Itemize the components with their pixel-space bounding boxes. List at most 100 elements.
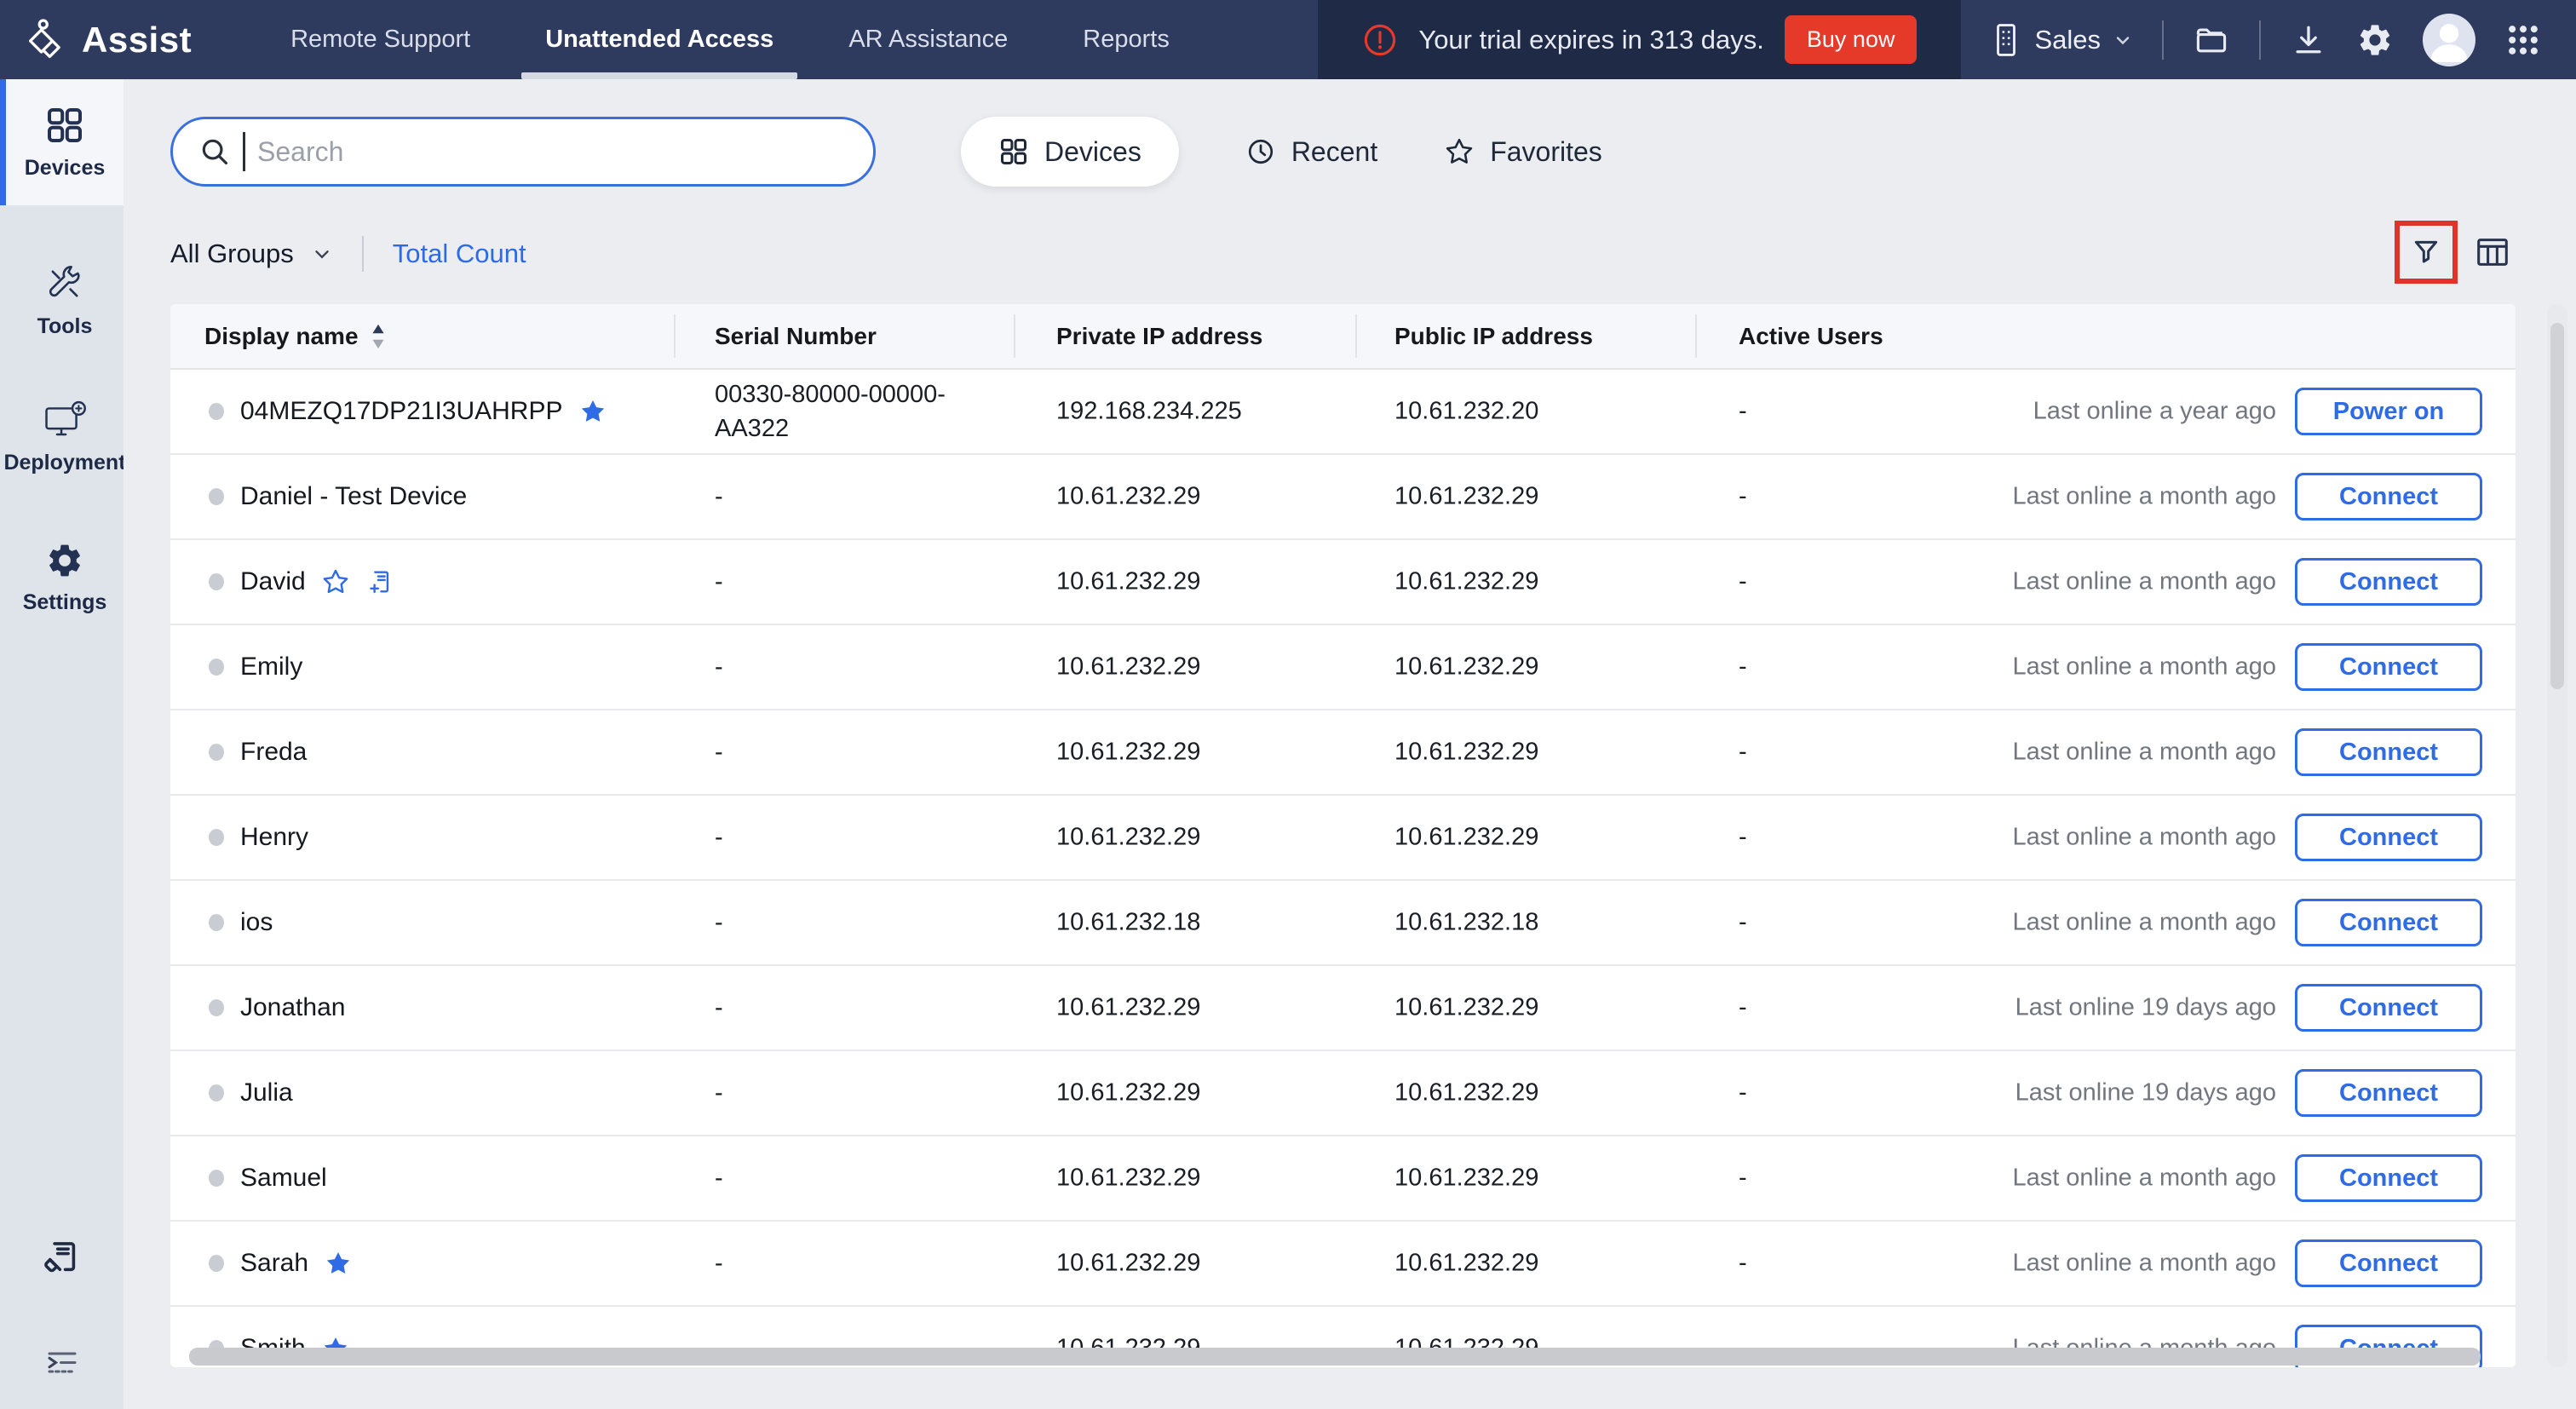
serial-number: - xyxy=(715,820,723,854)
view-tab-favorites[interactable]: Favorites xyxy=(1444,136,1602,168)
power-on-button[interactable]: Power on xyxy=(2295,388,2482,435)
sort-icon[interactable] xyxy=(371,323,386,350)
alert-icon xyxy=(1362,22,1398,58)
connect-button[interactable]: Connect xyxy=(2295,814,2482,861)
table-row[interactable]: Daniel - Test Device - 10.61.232.29 10.6… xyxy=(170,455,2516,540)
table-row[interactable]: Julia - 10.61.232.29 10.61.232.29 - Last… xyxy=(170,1051,2516,1136)
groups-row: All Groups Total Count xyxy=(170,230,526,278)
group-filter-label: All Groups xyxy=(170,239,294,269)
tab-reports[interactable]: Reports xyxy=(1045,0,1207,79)
device-name: Emily xyxy=(240,653,302,681)
last-online-text: Last online a month ago xyxy=(2012,568,2276,596)
table-row[interactable]: Emily - 10.61.232.29 10.61.232.29 - Last… xyxy=(170,625,2516,710)
add-note-icon[interactable] xyxy=(365,567,394,596)
serial-number: - xyxy=(715,480,723,514)
table-row[interactable]: David - 10.61.232.29 10.61.232.29 - Last… xyxy=(170,540,2516,625)
active-users: - xyxy=(1739,1079,1747,1107)
active-users: - xyxy=(1739,398,1747,426)
tab-unattended-access[interactable]: Unattended Access xyxy=(508,0,811,79)
search-input[interactable] xyxy=(257,136,848,168)
device-name: Freda xyxy=(240,738,307,767)
user-avatar[interactable] xyxy=(2423,14,2475,66)
serial-number: - xyxy=(715,735,723,769)
column-header-active-users[interactable]: Active Users xyxy=(1739,323,1883,350)
device-status-dot xyxy=(209,403,224,420)
serial-number: - xyxy=(715,565,723,599)
vertical-scrollbar[interactable] xyxy=(2550,323,2564,689)
connect-button[interactable]: Connect xyxy=(2295,558,2482,606)
sidebar-item-tools[interactable]: Tools xyxy=(0,237,124,365)
group-filter-dropdown[interactable]: All Groups xyxy=(170,239,333,269)
tab-ar-assistance[interactable]: AR Assistance xyxy=(811,0,1045,79)
columns-button[interactable] xyxy=(2471,231,2514,273)
total-count-link[interactable]: Total Count xyxy=(393,239,526,269)
table-row[interactable]: Samuel - 10.61.232.29 10.61.232.29 - Las… xyxy=(170,1136,2516,1222)
connect-button[interactable]: Connect xyxy=(2295,899,2482,946)
app-logo[interactable]: Assist xyxy=(24,18,192,62)
filter-button[interactable] xyxy=(2395,221,2458,284)
search-box[interactable] xyxy=(170,117,876,187)
connect-button[interactable]: Connect xyxy=(2295,643,2482,691)
last-online-text: Last online a month ago xyxy=(2012,653,2276,681)
feedback-note-button[interactable] xyxy=(0,1236,124,1279)
device-status-dot xyxy=(209,829,224,846)
connect-button[interactable]: Connect xyxy=(2295,728,2482,776)
last-online-text: Last online 19 days ago xyxy=(2015,994,2276,1022)
connect-button[interactable]: Connect xyxy=(2295,1069,2482,1117)
table-row[interactable]: Freda - 10.61.232.29 10.61.232.29 - Last… xyxy=(170,710,2516,796)
device-name: Julia xyxy=(240,1078,293,1107)
view-tab-devices[interactable]: Devices xyxy=(961,117,1179,187)
column-divider xyxy=(1014,314,1015,358)
buy-now-button[interactable]: Buy now xyxy=(1785,15,1918,64)
view-tab-recent[interactable]: Recent xyxy=(1245,136,1377,168)
sidebar-item-deployment[interactable]: Deployment xyxy=(0,373,124,501)
star-icon xyxy=(1444,136,1475,167)
serial-number: - xyxy=(715,906,723,940)
device-status-dot xyxy=(209,488,224,505)
column-header-serial[interactable]: Serial Number xyxy=(715,323,877,350)
table-header: Display name Serial Number Private IP ad… xyxy=(170,304,2516,370)
connect-button[interactable]: Connect xyxy=(2295,473,2482,520)
device-name: ios xyxy=(240,908,273,937)
table-body: 04MEZQ17DP21I3UAHRPP 00330-80000-00000-A… xyxy=(170,370,2516,1367)
horizontal-scrollbar[interactable] xyxy=(189,1348,2481,1366)
favorite-star-filled-icon[interactable] xyxy=(578,397,607,426)
table-row[interactable]: ios - 10.61.232.18 10.61.232.18 - Last o… xyxy=(170,881,2516,966)
column-header-private-ip[interactable]: Private IP address xyxy=(1056,323,1262,350)
collapse-sidebar-button[interactable] xyxy=(0,1343,124,1379)
connect-button[interactable]: Connect xyxy=(2295,984,2482,1032)
device-status-dot xyxy=(209,573,224,590)
table-row[interactable]: Henry - 10.61.232.29 10.61.232.29 - Last… xyxy=(170,796,2516,881)
connect-button[interactable]: Connect xyxy=(2295,1239,2482,1287)
column-header-public-ip[interactable]: Public IP address xyxy=(1394,323,1593,350)
sidebar-item-devices[interactable]: Devices xyxy=(0,79,124,205)
table-row[interactable]: Jonathan - 10.61.232.29 10.61.232.29 - L… xyxy=(170,966,2516,1051)
column-header-display-name[interactable]: Display name xyxy=(204,323,386,350)
view-tab-label: Devices xyxy=(1044,136,1141,168)
last-online-text: Last online a month ago xyxy=(2012,1250,2276,1278)
connect-button[interactable]: Connect xyxy=(2295,1154,2482,1202)
table-row[interactable]: 04MEZQ17DP21I3UAHRPP 00330-80000-00000-A… xyxy=(170,370,2516,455)
download-icon[interactable] xyxy=(2290,21,2327,59)
favorite-star-outline-icon[interactable] xyxy=(321,567,350,596)
public-ip: 10.61.232.29 xyxy=(1394,483,1538,511)
building-icon xyxy=(1990,22,2022,58)
main-content: Devices Recent Favorites All Groups Tota… xyxy=(124,79,2576,1409)
last-online-text: Last online a year ago xyxy=(2033,398,2276,426)
apps-grid-icon[interactable] xyxy=(2504,21,2542,59)
nav-divider xyxy=(2162,20,2164,60)
device-name: Sarah xyxy=(240,1249,308,1278)
public-ip: 10.61.232.29 xyxy=(1394,653,1538,681)
folder-icon[interactable] xyxy=(2193,21,2230,59)
org-selector[interactable]: Sales xyxy=(1990,22,2133,58)
sidebar-item-settings[interactable]: Settings xyxy=(0,514,124,641)
favorite-star-filled-icon[interactable] xyxy=(324,1249,353,1278)
top-navigation: Assist Remote Support Unattended Access … xyxy=(0,0,2576,79)
view-tab-label: Recent xyxy=(1291,136,1377,168)
last-online-text: Last online a month ago xyxy=(2012,824,2276,852)
sidebar: Devices Tools Deployment Settings xyxy=(0,79,124,1409)
gear-icon[interactable] xyxy=(2356,21,2394,59)
private-ip: 10.61.232.29 xyxy=(1056,1250,1200,1278)
table-row[interactable]: Sarah - 10.61.232.29 10.61.232.29 - Last… xyxy=(170,1222,2516,1307)
tab-remote-support[interactable]: Remote Support xyxy=(253,0,508,79)
